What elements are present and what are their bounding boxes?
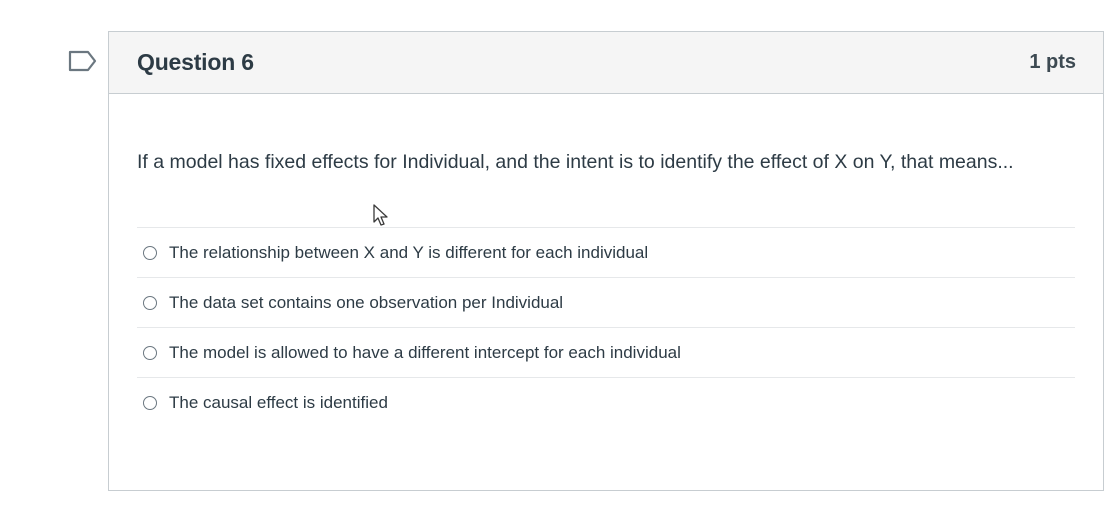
answer-list: The relationship between X and Y is diff… [137,227,1075,427]
quiz-page: Question 6 1 pts If a model has fixed ef… [0,0,1115,516]
answer-radio[interactable] [143,395,157,410]
answer-label: The causal effect is identified [169,392,388,412]
question-body: If a model has fixed effects for Individ… [109,94,1103,427]
answer-option-2[interactable]: The data set contains one observation pe… [137,277,1075,327]
answer-label: The model is allowed to have a different… [169,342,681,362]
question-points: 1 pts [1029,51,1076,73]
answer-option-3[interactable]: The model is allowed to have a different… [137,327,1075,377]
answer-radio[interactable] [143,295,157,310]
answer-option-4[interactable]: The causal effect is identified [137,377,1075,427]
answer-option-1[interactable]: The relationship between X and Y is diff… [137,227,1075,277]
question-header: Question 6 1 pts [109,32,1103,94]
flag-question-icon[interactable] [68,50,98,72]
question-text: If a model has fixed effects for Individ… [137,151,1014,173]
answer-radio[interactable] [143,245,157,260]
question-title: Question 6 [137,49,254,75]
answer-label: The relationship between X and Y is diff… [169,242,649,262]
answer-label: The data set contains one observation pe… [169,292,564,312]
answer-radio[interactable] [143,345,157,360]
question-card: Question 6 1 pts If a model has fixed ef… [108,31,1104,491]
